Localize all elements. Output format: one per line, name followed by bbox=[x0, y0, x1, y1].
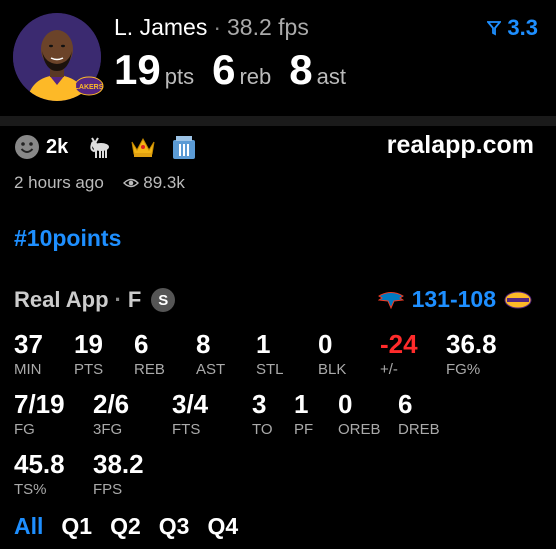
trash-icon[interactable] bbox=[172, 134, 196, 160]
stat-value: 8 bbox=[196, 329, 211, 359]
stat-value: 7/19 bbox=[14, 389, 65, 419]
stat-pts: 19 PTS bbox=[74, 330, 103, 378]
stat-3fg: 2/6 3FG bbox=[93, 390, 129, 438]
rebounds-value: 6 bbox=[212, 46, 236, 93]
player-name[interactable]: L. James bbox=[114, 14, 207, 40]
view-count: 89.3k bbox=[143, 173, 185, 192]
stat-label: OREB bbox=[338, 421, 381, 438]
points-value: 19 bbox=[114, 46, 161, 93]
stat-blk: 0 BLK bbox=[318, 330, 346, 378]
stat-value: 6 bbox=[398, 389, 413, 419]
stat-label: PF bbox=[294, 421, 314, 438]
source-name[interactable]: Real App bbox=[14, 287, 109, 313]
stat-reb: 6 REB bbox=[134, 330, 165, 378]
stat-dreb: 6 DREB bbox=[398, 390, 440, 438]
source-line: Real App · F S bbox=[14, 287, 176, 313]
stat-fts: 3/4 FTS bbox=[172, 390, 208, 438]
stat-pf: 1 PF bbox=[294, 390, 313, 438]
stat-value: 1 bbox=[256, 329, 271, 359]
stat-label: FTS bbox=[172, 421, 201, 438]
tab-q1[interactable]: Q1 bbox=[61, 513, 92, 540]
away-score: 108 bbox=[457, 286, 496, 312]
stat-label: TS% bbox=[14, 481, 47, 498]
hashtag-link[interactable]: #10points bbox=[14, 225, 121, 252]
assists-value: 8 bbox=[289, 46, 313, 93]
stat-label: FG bbox=[14, 421, 35, 438]
starter-badge: S bbox=[151, 288, 176, 312]
source-dot: · bbox=[114, 287, 122, 312]
team-logo-lakers: LAKERS bbox=[74, 76, 104, 96]
player-header-line: L. James · 38.2 fps bbox=[114, 14, 309, 41]
stat-ts-pct: 45.8 TS% bbox=[14, 450, 65, 498]
rating-value: 3.3 bbox=[507, 15, 538, 40]
home-score: 131 bbox=[411, 286, 450, 312]
stat-value: 45.8 bbox=[14, 449, 65, 479]
points-unit: pts bbox=[164, 64, 195, 89]
stat-value: 0 bbox=[338, 389, 353, 419]
score-text: 131-108 bbox=[412, 286, 496, 313]
stat-label: REB bbox=[134, 361, 165, 378]
stat-label: 3FG bbox=[93, 421, 123, 438]
eye-icon bbox=[122, 174, 139, 194]
rebounds-unit: reb bbox=[239, 64, 272, 89]
stat-label: FPS bbox=[93, 481, 123, 498]
goat-icon[interactable] bbox=[86, 134, 114, 160]
stat-value: 6 bbox=[134, 329, 149, 359]
stat-label: BLK bbox=[318, 361, 347, 378]
filter-funnel-icon bbox=[486, 16, 503, 42]
crown-icon[interactable] bbox=[130, 136, 156, 158]
stat-fg-pct: 36.8 FG% bbox=[446, 330, 497, 378]
game-score[interactable]: 131-108 bbox=[377, 286, 532, 313]
smiley-icon[interactable] bbox=[14, 134, 40, 160]
time-ago: 2 hours ago bbox=[14, 173, 104, 192]
assists-unit: ast bbox=[316, 64, 346, 89]
lakers-logo-icon bbox=[504, 291, 532, 309]
stat-min: 37 MIN bbox=[14, 330, 43, 378]
stat-label: FG% bbox=[446, 361, 481, 378]
stat-label: DREB bbox=[398, 421, 440, 438]
stat-value: 37 bbox=[14, 329, 43, 359]
team-logo-text: LAKERS bbox=[75, 84, 104, 91]
reactions-row: 2k bbox=[14, 132, 212, 162]
stat-label: +/- bbox=[380, 361, 398, 378]
stat-value: 3 bbox=[252, 389, 267, 419]
stat-label: TO bbox=[252, 421, 273, 438]
stat-value: 3/4 bbox=[172, 389, 209, 419]
quarter-tabs: All Q1 Q2 Q3 Q4 bbox=[14, 513, 256, 540]
stat-fps: 38.2 FPS bbox=[93, 450, 144, 498]
stat-value: 38.2 bbox=[93, 449, 144, 479]
stat-ast: 8 AST bbox=[196, 330, 225, 378]
player-position: F bbox=[127, 287, 142, 312]
tab-q2[interactable]: Q2 bbox=[110, 513, 141, 540]
stat-value: -24 bbox=[380, 329, 418, 359]
stat-to: 3 TO bbox=[252, 390, 273, 438]
stat-value: 0 bbox=[318, 329, 333, 359]
stat-label: MIN bbox=[14, 361, 42, 378]
thunder-logo-icon bbox=[377, 291, 404, 309]
section-divider bbox=[0, 116, 556, 126]
stat-stl: 1 STL bbox=[256, 330, 284, 378]
stat-value: 2/6 bbox=[93, 389, 130, 419]
separator: · bbox=[213, 14, 221, 40]
score-dash: - bbox=[449, 286, 458, 312]
stat-fg: 7/19 FG bbox=[14, 390, 65, 438]
post-meta: 2 hours ago 89.3k bbox=[14, 173, 185, 194]
reaction-count[interactable]: 2k bbox=[46, 136, 68, 159]
tab-q4[interactable]: Q4 bbox=[207, 513, 238, 540]
stat-label: AST bbox=[196, 361, 226, 378]
stat-oreb: 0 OREB bbox=[338, 390, 381, 438]
stat-label: STL bbox=[256, 361, 284, 378]
rating-badge[interactable]: 3.3 bbox=[486, 15, 538, 42]
tab-all[interactable]: All bbox=[14, 513, 43, 540]
stat-value: 36.8 bbox=[446, 329, 497, 359]
stat-label: PTS bbox=[74, 361, 104, 378]
fps-label: 38.2 fps bbox=[227, 14, 309, 40]
stat-value: 1 bbox=[294, 389, 309, 419]
stat-plus-minus: -24 +/- bbox=[380, 330, 418, 378]
headline-stats: 19 pts 6 reb 8 ast bbox=[114, 46, 364, 94]
site-link[interactable]: realapp.com bbox=[387, 131, 534, 160]
stat-value: 19 bbox=[74, 329, 103, 359]
tab-q3[interactable]: Q3 bbox=[159, 513, 190, 540]
